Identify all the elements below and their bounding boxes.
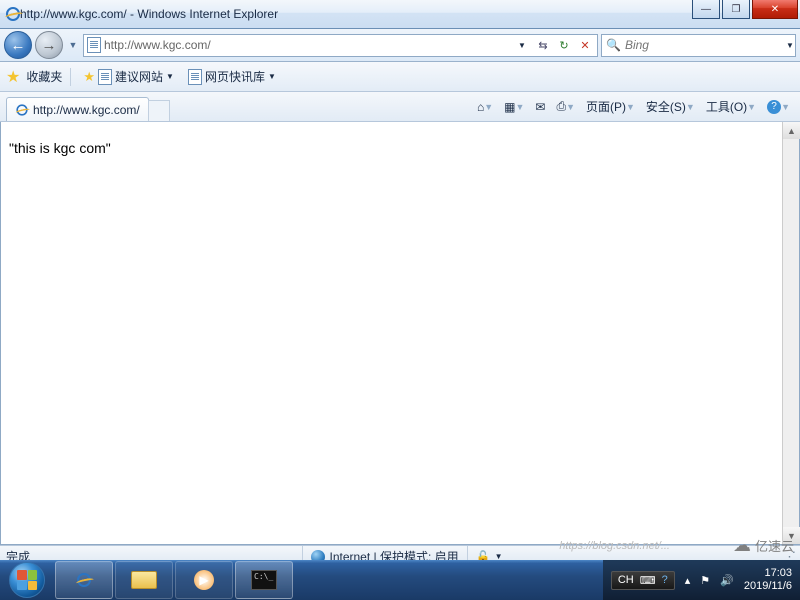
taskbar: ▶ C:\_ CH ⌨ ? ▴ ⚑ 🔊 17:03 2019/11/6 — [0, 560, 800, 600]
close-button[interactable]: ✕ — [752, 0, 798, 19]
cloud-icon: ☁ — [733, 535, 751, 556]
action-flag-icon[interactable]: ⚑ — [700, 574, 710, 587]
star-icon: ★ — [83, 69, 95, 85]
home-button[interactable]: ⌂▼ — [473, 97, 497, 117]
refresh-button[interactable]: ↻ — [555, 36, 573, 54]
print-icon: ⎙ — [556, 99, 566, 114]
suggested-sites-item[interactable]: ★ 建议网站 ▼ — [79, 66, 178, 87]
watermark-url: https://blog.csdn.net/... — [559, 540, 670, 552]
ie-icon — [6, 7, 20, 21]
taskbar-cmd-button[interactable]: C:\_ — [235, 561, 293, 599]
language-bar[interactable]: CH ⌨ ? — [611, 571, 675, 590]
taskbar-explorer-button[interactable] — [115, 561, 173, 599]
search-dropdown[interactable]: ▼ — [786, 41, 794, 50]
volume-icon[interactable]: 🔊 — [720, 574, 734, 587]
page-icon — [87, 37, 101, 53]
separator — [70, 68, 71, 86]
keyboard-icon: ⌨ — [640, 574, 656, 587]
clock-date: 2019/11/6 — [744, 580, 792, 593]
help-icon: ? — [767, 100, 781, 114]
back-arrow-icon: ← — [11, 37, 26, 54]
navigation-bar: ← → ▼ ▼ ⇆ ↻ ✕ 🔍 ▼ — [0, 29, 800, 62]
taskbar-ie-button[interactable] — [55, 561, 113, 599]
search-icon: 🔍 — [606, 38, 621, 52]
favorites-label[interactable]: 收藏夹 — [26, 68, 62, 85]
window-titlebar: http://www.kgc.com/ - Windows Internet E… — [0, 0, 800, 29]
ie-icon — [77, 573, 91, 587]
feeds-button[interactable]: ▦▼ — [500, 97, 528, 117]
page-content: "this is kgc com" ▲ ▼ — [0, 122, 800, 545]
mail-button[interactable]: ✉ — [531, 97, 549, 117]
chevron-down-icon: ▼ — [268, 72, 276, 81]
help-button[interactable]: ?▼ — [763, 97, 794, 117]
feeds-icon: ▦ — [504, 100, 515, 114]
page-icon — [98, 69, 112, 85]
compat-view-icon[interactable]: ⇆ — [534, 36, 552, 54]
page-menu[interactable]: 页面(P)▼ — [582, 95, 639, 118]
tools-menu[interactable]: 工具(O)▼ — [702, 95, 760, 118]
favorites-bar: ★ 收藏夹 ★ 建议网站 ▼ 网页快讯库 ▼ — [0, 62, 800, 92]
system-tray: CH ⌨ ? ▴ ⚑ 🔊 17:03 2019/11/6 — [603, 560, 800, 600]
watermark-brand: ☁ 亿速云 — [733, 535, 794, 556]
tab-favicon — [16, 104, 27, 115]
web-slice-item[interactable]: 网页快讯库 ▼ — [184, 66, 280, 87]
taskbar-media-button[interactable]: ▶ — [175, 561, 233, 599]
scroll-up-button[interactable]: ▲ — [783, 122, 800, 139]
command-bar: http://www.kgc.com/ ⌂▼ ▦▼ ✉ ⎙▼ 页面(P)▼ 安全… — [0, 92, 800, 122]
maximize-button[interactable]: ❐ — [722, 0, 750, 19]
clock[interactable]: 17:03 2019/11/6 — [744, 567, 792, 593]
mail-icon: ✉ — [535, 100, 545, 114]
address-bar[interactable]: ▼ ⇆ ↻ ✕ — [83, 34, 598, 57]
cmd-icon: C:\_ — [251, 570, 277, 590]
media-player-icon: ▶ — [194, 570, 214, 590]
tray-chevron[interactable]: ▴ — [685, 574, 691, 587]
command-toolbar: ⌂▼ ▦▼ ✉ ⎙▼ 页面(P)▼ 安全(S)▼ 工具(O)▼ ?▼ — [473, 95, 794, 118]
vertical-scrollbar[interactable]: ▲ ▼ — [782, 122, 799, 544]
search-bar[interactable]: 🔍 ▼ — [601, 34, 796, 57]
home-icon: ⌂ — [477, 100, 484, 114]
print-button[interactable]: ⎙▼ — [552, 96, 579, 117]
url-input[interactable] — [104, 38, 510, 52]
forward-arrow-icon: → — [42, 37, 57, 54]
stop-button[interactable]: ✕ — [576, 36, 594, 54]
chevron-down-icon: ▼ — [166, 72, 174, 81]
safety-menu[interactable]: 安全(S)▼ — [642, 95, 699, 118]
web-slice-label: 网页快讯库 — [205, 68, 265, 85]
window-controls: — ❐ ✕ — [692, 0, 798, 19]
windows-logo-icon — [9, 562, 45, 598]
tab-title: http://www.kgc.com/ — [33, 103, 140, 117]
suggested-sites-label: 建议网站 — [115, 68, 163, 85]
folder-icon — [131, 571, 157, 589]
page-body-text: "this is kgc com" — [9, 140, 111, 156]
page-icon — [188, 69, 202, 85]
history-dropdown[interactable]: ▼ — [66, 31, 80, 59]
url-dropdown[interactable]: ▼ — [513, 36, 531, 54]
favorites-star-icon[interactable]: ★ — [6, 67, 20, 87]
start-button[interactable] — [0, 560, 54, 600]
forward-button[interactable]: → — [35, 31, 63, 59]
back-button[interactable]: ← — [4, 31, 32, 59]
window-title: http://www.kgc.com/ - Windows Internet E… — [20, 7, 278, 21]
browser-tab[interactable]: http://www.kgc.com/ — [6, 97, 149, 121]
clock-time: 17:03 — [744, 567, 792, 580]
help-tray-icon: ? — [662, 574, 668, 586]
minimize-button[interactable]: — — [692, 0, 720, 19]
new-tab-button[interactable] — [148, 100, 170, 121]
search-input[interactable] — [625, 38, 782, 52]
